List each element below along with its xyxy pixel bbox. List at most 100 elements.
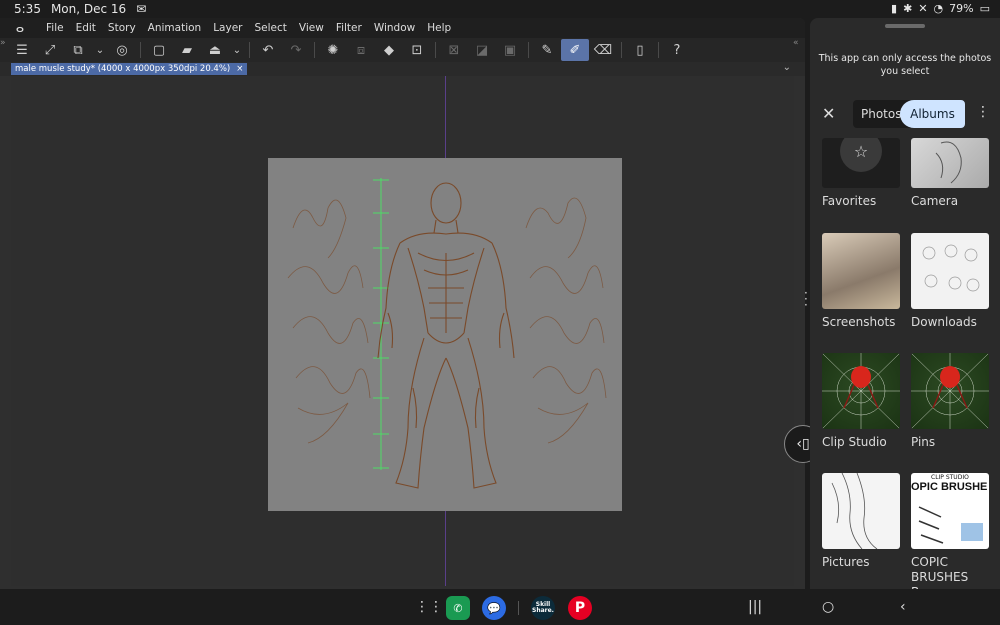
album-thumbnail: CLIP STUDIO OPIC BRUSHE	[911, 473, 989, 549]
picker-permission-message: This app can only access the photos you …	[818, 53, 992, 77]
fullscreen-icon[interactable]: ⤢	[36, 39, 64, 61]
menu-story[interactable]: Story	[102, 22, 142, 34]
menu-view[interactable]: View	[293, 22, 330, 34]
menu-animation[interactable]: Animation	[142, 22, 208, 34]
collapse-left-icon[interactable]: »	[0, 38, 8, 50]
album-thumbnail	[911, 233, 989, 309]
collapse-right-icon[interactable]: «	[793, 38, 803, 50]
pen-icon[interactable]: ✎	[533, 39, 561, 61]
new-canvas-icon[interactable]: ⧉	[64, 39, 92, 61]
invert-selection-icon[interactable]: ◪	[468, 39, 496, 61]
menu-select[interactable]: Select	[248, 22, 292, 34]
phone-app-icon[interactable]: ✆	[446, 596, 470, 620]
album-pins[interactable]: Pins	[911, 353, 989, 450]
script-lettering	[287, 197, 607, 444]
tab-close-icon[interactable]: ×	[236, 63, 243, 75]
document-tab-title: male musle study* (4000 x 4000px 350dpi …	[15, 64, 231, 74]
album-camera[interactable]: Camera	[911, 138, 989, 209]
clip-studio-logo-icon[interactable]: ⴰ	[0, 18, 40, 38]
status-time: 5:35	[14, 2, 41, 16]
drag-handle[interactable]	[885, 24, 925, 28]
ruler-guide	[373, 178, 389, 470]
chevron-down-icon[interactable]: ⌄	[92, 39, 108, 61]
battery-saver-icon: ▮	[891, 2, 898, 15]
brush-icon[interactable]: ✐	[561, 39, 589, 61]
messages-app-icon[interactable]: 💬	[482, 596, 506, 620]
canvas-paper[interactable]	[268, 158, 622, 511]
taskbar: ⋮⋮⋮ ✆ 💬 Skill Share. P ||| ○ ‹	[0, 589, 1000, 625]
new-file-icon[interactable]: ▢	[145, 39, 173, 61]
skillshare-label: Skill Share.	[532, 601, 554, 614]
command-bar: ☰ ⤢ ⧉ ⌄ ◎ ▢ ▰ ⏏ ⌄ ↶ ↷ ✺ ⧈ ◆ ⊡ ⊠ ◪ ▣ ✎ ✐ …	[0, 38, 805, 62]
album-thumbnail	[822, 473, 900, 549]
eraser-icon[interactable]: ⌫	[589, 39, 617, 61]
album-thumbnail	[822, 353, 900, 429]
device-icon[interactable]: ▯	[626, 39, 654, 61]
save-icon[interactable]: ⏏	[201, 39, 229, 61]
album-downloads[interactable]: Downloads	[911, 233, 989, 330]
wifi-icon: ◔	[933, 2, 944, 15]
sketch-thumbnail	[935, 141, 962, 184]
album-label: COPIC BRUSHES B...	[911, 555, 969, 589]
fill-icon[interactable]: ◆	[375, 39, 403, 61]
album-clip-studio[interactable]: Clip Studio	[822, 353, 900, 450]
status-bar: 5:35 Mon, Dec 16 ✉ ▮ ✱ ✕ ◔ 79% ▭	[0, 0, 1000, 18]
record-timelapse-icon[interactable]: ◎	[108, 39, 136, 61]
menu-file[interactable]: File	[40, 22, 70, 34]
mute-icon: ✕	[918, 2, 928, 15]
menu-bar: ⴰ File Edit Story Animation Layer Select…	[0, 18, 805, 38]
pinterest-app-icon[interactable]: P	[568, 596, 592, 620]
menu-help[interactable]: Help	[421, 22, 457, 34]
menu-window[interactable]: Window	[368, 22, 421, 34]
album-screenshots[interactable]: Screenshots	[822, 233, 900, 330]
photo-picker-panel: This app can only access the photos you …	[810, 18, 1000, 589]
album-thumbnail: ☆	[822, 138, 900, 188]
open-folder-icon[interactable]: ▰	[173, 39, 201, 61]
hamburger-menu-icon[interactable]: ☰	[8, 39, 36, 61]
tab-albums[interactable]: Albums	[900, 100, 965, 128]
copy-icon[interactable]: ⧈	[347, 39, 375, 61]
star-icon: ☆	[840, 138, 882, 172]
tab-albums-label: Albums	[910, 107, 955, 121]
bluetooth-icon: ✱	[903, 2, 913, 15]
battery-percent: 79%	[949, 2, 974, 15]
album-label: Screenshots	[822, 315, 896, 329]
album-thumbnail	[911, 353, 989, 429]
skillshare-app-icon[interactable]: Skill Share.	[531, 596, 555, 620]
recent-apps-icon[interactable]: |||	[748, 599, 762, 615]
help-icon[interactable]: ?	[663, 39, 691, 61]
spider-thumbnail	[822, 353, 900, 429]
album-copic-brushes[interactable]: CLIP STUDIO OPIC BRUSHE COPIC BRUSHES B.…	[911, 473, 989, 589]
selection-border-icon[interactable]: ▣	[496, 39, 524, 61]
more-options-icon[interactable]: ⋮	[976, 104, 990, 120]
chevron-down-icon[interactable]: ⌄	[783, 62, 791, 73]
undo-icon[interactable]: ↶	[254, 39, 282, 61]
sketch-thumbnail	[831, 473, 878, 549]
redo-icon[interactable]: ↷	[282, 39, 310, 61]
album-pictures[interactable]: Pictures	[822, 473, 900, 570]
tab-photos[interactable]: Photos	[861, 107, 901, 121]
battery-icon: ▭	[979, 2, 990, 15]
album-label: Downloads	[911, 315, 977, 329]
split-view-handle-icon[interactable]: · · ·	[804, 287, 808, 311]
album-label: Camera	[911, 194, 959, 208]
album-label: Pins	[911, 435, 936, 449]
deselect-icon[interactable]: ⊠	[440, 39, 468, 61]
album-thumbnail	[911, 138, 989, 188]
chevron-down-icon[interactable]: ⌄	[229, 39, 245, 61]
loading-icon[interactable]: ✺	[319, 39, 347, 61]
sketch-thumbnail	[922, 244, 980, 292]
back-icon[interactable]: ‹	[900, 599, 906, 615]
menu-edit[interactable]: Edit	[70, 22, 102, 34]
menu-layer[interactable]: Layer	[207, 22, 248, 34]
clip-studio-window: ⴰ File Edit Story Animation Layer Select…	[0, 18, 805, 589]
album-favorites[interactable]: ☆ Favorites	[822, 138, 900, 209]
menu-filter[interactable]: Filter	[330, 22, 368, 34]
album-label: Clip Studio	[822, 435, 887, 449]
transform-icon[interactable]: ⊡	[403, 39, 431, 61]
canvas-area[interactable]	[11, 76, 794, 586]
document-tab[interactable]: male musle study* (4000 x 4000px 350dpi …	[11, 63, 248, 75]
spider-thumbnail	[911, 353, 989, 429]
home-icon[interactable]: ○	[822, 599, 834, 615]
close-icon[interactable]: ✕	[822, 104, 835, 123]
